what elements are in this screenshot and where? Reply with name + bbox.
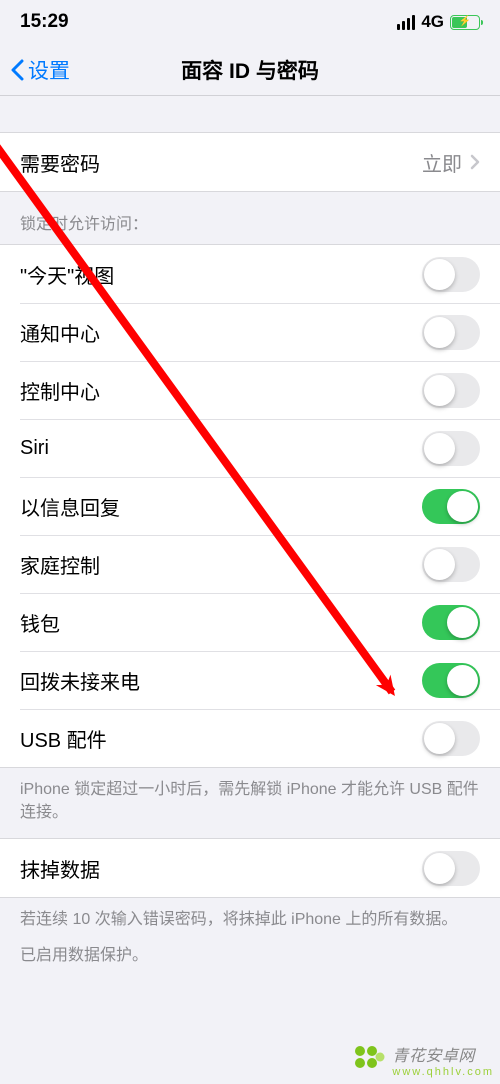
lock-access-toggle[interactable] [422, 489, 480, 524]
lock-access-label: 钱包 [20, 608, 422, 637]
lock-access-toggle[interactable] [422, 605, 480, 640]
lock-access-toggle[interactable] [422, 257, 480, 292]
lock-access-row: "今天"视图 [0, 245, 500, 303]
require-passcode-value: 立即 [422, 148, 462, 177]
lock-access-row: 通知中心 [0, 303, 500, 361]
lock-access-label: 回拨未接来电 [20, 666, 422, 695]
lock-access-toggle[interactable] [422, 431, 480, 466]
lock-access-row: Siri [0, 419, 500, 477]
lock-access-group: "今天"视图通知中心控制中心 Siri 以信息回复家庭控制钱包回拨未接来电 USB 配… [0, 244, 500, 768]
back-button[interactable]: 设置 [0, 55, 70, 85]
lock-access-label: 控制中心 [20, 376, 422, 405]
watermark: 青花安卓网 www.qhhlv.com [352, 1042, 494, 1078]
page-title: 面容 ID 与密码 [0, 55, 500, 85]
lock-access-label: "今天"视图 [20, 260, 422, 289]
lock-access-row: 控制中心 [0, 361, 500, 419]
status-time: 15:29 [20, 11, 69, 33]
erase-footer-2: 已启用数据保护。 [0, 938, 500, 981]
chevron-right-icon [470, 154, 480, 170]
status-indicators: 4G ⚡ [397, 12, 480, 32]
lock-access-label: 通知中心 [20, 318, 422, 347]
require-passcode-label: 需要密码 [20, 148, 422, 177]
lock-access-row: 回拨未接来电 [0, 651, 500, 709]
watermark-text: 青花安卓网 [392, 1042, 494, 1066]
lock-access-toggle[interactable] [422, 373, 480, 408]
lock-access-row: 钱包 [0, 593, 500, 651]
usb-footer: iPhone 锁定超过一小时后，需先解锁 iPhone 才能允许 USB 配件连… [0, 768, 500, 838]
battery-icon: ⚡ [450, 15, 480, 30]
erase-data-label: 抹掉数据 [20, 854, 422, 883]
lock-access-label: Siri [20, 437, 422, 460]
lock-access-toggle[interactable] [422, 547, 480, 582]
erase-footer-1: 若连续 10 次输入错误密码，将抹掉此 iPhone 上的所有数据。 [0, 898, 500, 937]
lock-access-toggle[interactable] [422, 315, 480, 350]
lock-access-toggle[interactable] [422, 663, 480, 698]
require-passcode-row[interactable]: 需要密码 立即 [0, 133, 500, 191]
watermark-logo-icon [352, 1043, 386, 1077]
lock-access-label: 家庭控制 [20, 550, 422, 579]
lock-access-label: USB 配件 [20, 724, 422, 753]
erase-data-toggle[interactable] [422, 851, 480, 886]
lock-access-header: 锁定时允许访问： [0, 192, 500, 244]
lock-access-label: 以信息回复 [20, 492, 422, 521]
erase-data-row: 抹掉数据 [0, 839, 500, 897]
lock-access-toggle[interactable] [422, 721, 480, 756]
back-label: 设置 [28, 55, 70, 85]
lock-access-row: 家庭控制 [0, 535, 500, 593]
lock-access-row: USB 配件 [0, 709, 500, 767]
nav-bar: 设置 面容 ID 与密码 [0, 44, 500, 96]
chevron-left-icon [10, 59, 24, 81]
status-bar: 15:29 4G ⚡ [0, 0, 500, 44]
watermark-url: www.qhhlv.com [392, 1066, 494, 1078]
lock-access-row: 以信息回复 [0, 477, 500, 535]
cell-signal-icon [397, 15, 416, 30]
network-label: 4G [421, 12, 444, 32]
